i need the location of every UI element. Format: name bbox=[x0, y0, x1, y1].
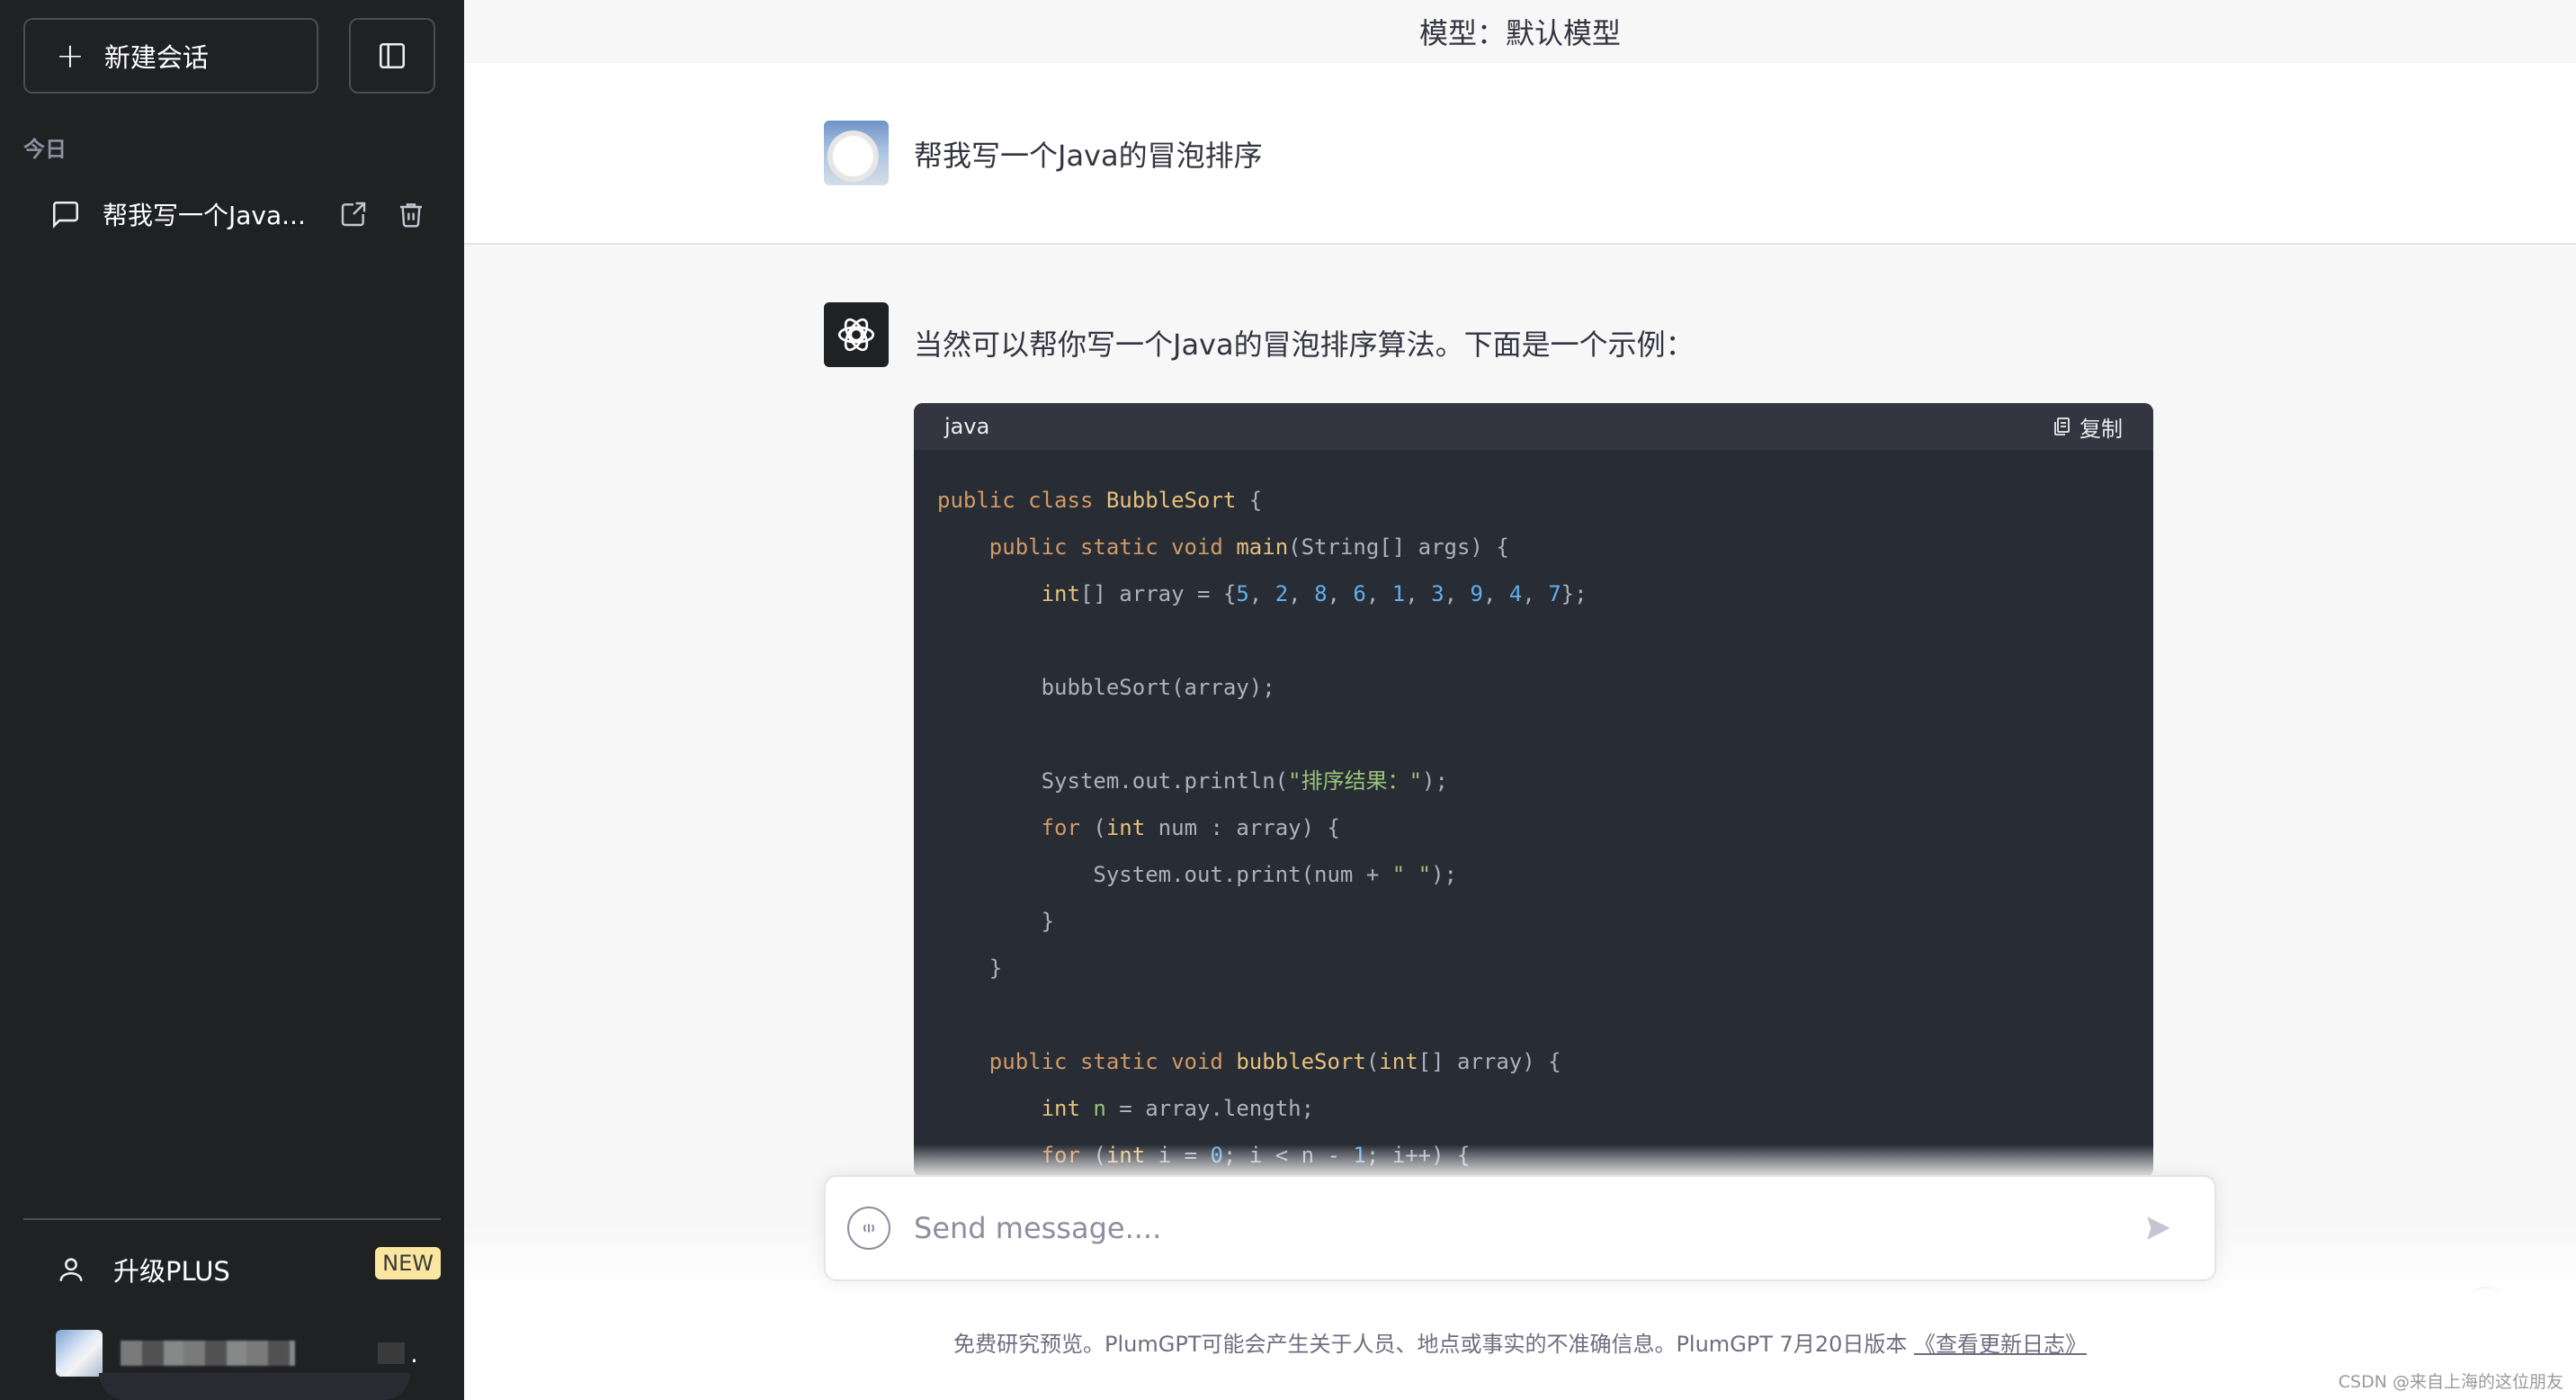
section-label-today: 今日 bbox=[23, 137, 67, 162]
trash-icon bbox=[400, 203, 422, 228]
upgrade-plus-button[interactable]: 升级PLUS NEW bbox=[23, 1240, 441, 1299]
copy-code-button[interactable]: 复制 bbox=[2051, 411, 2123, 443]
user-message-avatar bbox=[824, 121, 889, 185]
openai-logo-icon bbox=[837, 318, 875, 352]
copy-code-label: 复制 bbox=[2080, 416, 2123, 442]
code-line: int n = array.length; bbox=[1041, 1096, 1315, 1121]
code-line: for (int num : array) { bbox=[1041, 815, 1340, 840]
code-line: public static void main(String[] args) { bbox=[988, 534, 1509, 560]
model-label: 模型：默认模型 bbox=[1418, 16, 1621, 50]
sidebar-toggle-icon bbox=[379, 42, 406, 69]
user-menu-dot: . bbox=[410, 1338, 418, 1369]
message-input[interactable] bbox=[914, 1201, 2101, 1255]
code-line: } bbox=[937, 909, 1055, 934]
delete-conversation-button[interactable] bbox=[394, 197, 428, 231]
code-block-header: java 复制 bbox=[914, 403, 2153, 450]
user-icon bbox=[59, 1258, 83, 1281]
code-line: int[] array = {5, 2, 8, 6, 1, 3, 9, 4, 7… bbox=[1041, 581, 1588, 606]
footer-disclaimer-text: 免费研究预览。PlumGPT可能会产生关于人员、地点或事实的不准确信息。Plum… bbox=[953, 1332, 1908, 1357]
plus-icon: + bbox=[56, 36, 85, 76]
code-fade-overlay bbox=[914, 1144, 2153, 1177]
conversation-title: 帮我写一个Java... bbox=[103, 201, 306, 230]
conversation-item[interactable]: 帮我写一个Java... bbox=[23, 180, 439, 248]
sidebar-toggle-button[interactable] bbox=[349, 18, 435, 94]
code-line: bubbleSort(array); bbox=[937, 675, 1275, 700]
watermark: CSDN @来自上海的这位朋友 bbox=[2338, 1372, 2563, 1392]
code-line: System.out.print(num + " "); bbox=[937, 862, 1457, 887]
user-avatar bbox=[56, 1330, 103, 1377]
send-button[interactable] bbox=[2137, 1207, 2180, 1250]
footer-disclaimer: 免费研究预览。PlumGPT可能会产生关于人员、地点或事实的不准确信息。Plum… bbox=[464, 1326, 2576, 1358]
user-message-text: 帮我写一个Java的冒泡排序 bbox=[914, 139, 1263, 173]
assistant-message-text: 当然可以帮你写一个Java的冒泡排序算法。下面是一个示例： bbox=[914, 328, 1695, 362]
code-line: } bbox=[937, 956, 1003, 981]
new-badge: NEW bbox=[375, 1247, 441, 1279]
sidebar: + 新建会话 今日 帮我写一个Java... 升级PLUS NEW . bbox=[0, 0, 464, 1400]
changelog-link[interactable]: 《查看更新日志》 bbox=[1914, 1332, 2087, 1357]
code-line: public class BubbleSort { bbox=[937, 488, 1263, 513]
edit-icon bbox=[341, 202, 366, 227]
upgrade-plus-label: 升级PLUS bbox=[113, 1256, 230, 1287]
user-name-redacted bbox=[121, 1341, 295, 1366]
new-chat-label: 新建会话 bbox=[103, 42, 209, 73]
user-row-shadow bbox=[99, 1373, 410, 1400]
model-header: 模型：默认模型 bbox=[464, 0, 2576, 63]
main-panel: 模型：默认模型 帮我写一个Java的冒泡排序 当然可以帮你写一个Java的冒泡排… bbox=[464, 0, 2576, 1400]
send-icon bbox=[2147, 1216, 2170, 1240]
assistant-avatar bbox=[824, 302, 889, 367]
voice-icon bbox=[863, 1224, 875, 1233]
user-message-row: 帮我写一个Java的冒泡排序 bbox=[464, 63, 2576, 245]
code-line: public static void bubbleSort(int[] arra… bbox=[988, 1049, 1561, 1074]
message-composer bbox=[824, 1175, 2216, 1281]
chat-bubble-icon bbox=[52, 201, 79, 229]
edit-conversation-button[interactable] bbox=[336, 197, 371, 231]
code-block: java 复制 public class BubbleSort { public… bbox=[914, 403, 2153, 1177]
sidebar-divider bbox=[23, 1218, 441, 1220]
code-language-label: java bbox=[944, 414, 990, 439]
clipboard-icon bbox=[2054, 417, 2070, 435]
new-chat-button[interactable]: + 新建会话 bbox=[23, 18, 318, 94]
code-content: public class BubbleSort { public static … bbox=[914, 450, 2153, 1177]
user-name-redacted-tail bbox=[378, 1342, 405, 1364]
code-line: System.out.println("排序结果："); bbox=[937, 768, 1448, 794]
voice-input-button[interactable] bbox=[847, 1207, 890, 1250]
